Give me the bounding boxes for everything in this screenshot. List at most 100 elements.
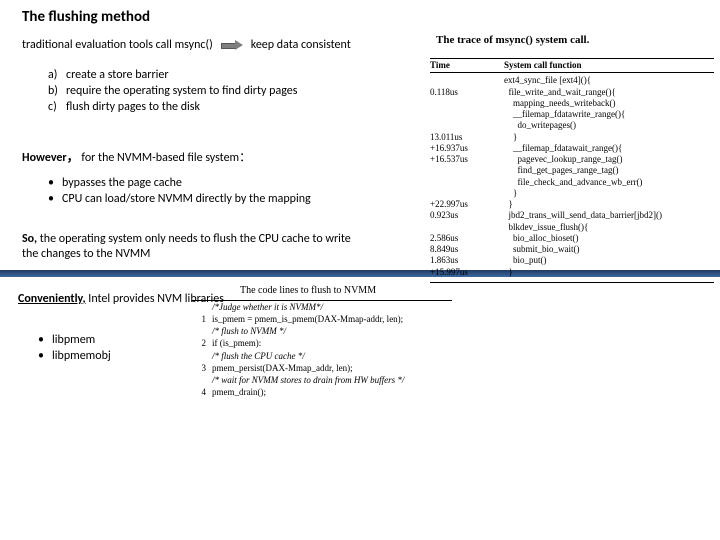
trace-func-cell: submit_bio_wait()	[504, 244, 714, 255]
code-listing: /*Judge whether it is NVMM*/1is_pmem = p…	[192, 300, 452, 398]
trace-time-cell	[430, 98, 504, 109]
trace-time-cell: +15.997us	[430, 267, 504, 278]
trace-func-cell: }	[504, 267, 714, 278]
trace-func-cell: }	[504, 132, 714, 143]
code-line-text: /* wait for NVMM stores to drain from HW…	[212, 374, 452, 386]
code-line-number	[192, 350, 212, 362]
bullet-icon: •	[48, 192, 62, 207]
trace-func-cell: blkdev_issue_flush(){	[504, 222, 714, 233]
trace-func-cell: mapping_needs_writeback()	[504, 98, 714, 109]
code-line-number	[192, 301, 212, 313]
code-line-text: /*Judge whether it is NVMM*/	[212, 301, 452, 313]
bullet-list-libs: •libpmem •libpmemobj	[38, 332, 111, 364]
so-rest: the operating system only needs to flush…	[22, 232, 351, 261]
trace-func-cell: ext4_sync_file [ext4](){	[504, 75, 714, 86]
list-text: bypasses the page cache	[62, 176, 182, 191]
trace-time-cell: 8.849us	[430, 244, 504, 255]
trace-times-col: 0.118us 13.011us+16.937us+16.537us +22.9…	[430, 75, 504, 278]
list-label: a)	[48, 68, 66, 83]
code-line: 3 pmem_persist(DAX-Mmap_addr, len);	[192, 362, 452, 374]
trace-time-cell: 1.863us	[430, 255, 504, 266]
ordered-list-abc: a)create a store barrier b)require the o…	[48, 68, 348, 116]
list-text: flush dirty pages to the disk	[66, 100, 348, 115]
code-line-text: pmem_drain();	[212, 386, 452, 398]
conveniently-bold: Conveniently,	[18, 292, 86, 306]
trace-table: Time System call function 0.118us 13.011…	[430, 58, 714, 283]
slide-title: The flushing method	[22, 8, 150, 26]
trace-time-cell	[430, 222, 504, 233]
trace-time-cell: 13.011us	[430, 132, 504, 143]
code-line-text: if (is_pmem):	[212, 337, 452, 349]
code-line: /* wait for NVMM stores to drain from HW…	[192, 374, 452, 386]
code-line-number: 2	[192, 337, 212, 349]
bullet-icon: •	[38, 332, 52, 348]
trace-funcs-col: ext4_sync_file [ext4](){ file_write_and_…	[504, 75, 714, 278]
trace-time-cell: 2.586us	[430, 233, 504, 244]
list-item: •CPU can load/store NVMM directly by the…	[48, 192, 348, 207]
trace-time-cell	[430, 109, 504, 120]
bullet-icon: •	[48, 176, 62, 191]
intro-left: traditional evaluation tools call msync(…	[22, 38, 213, 52]
trace-time-cell	[430, 188, 504, 199]
trace-time-cell	[430, 165, 504, 176]
trace-caption: The trace of msync() system call.	[436, 34, 589, 46]
trace-func-cell: jbd2_trans_will_send_data_barrier[jbd2](…	[504, 210, 714, 221]
trace-time-cell: 0.923us	[430, 210, 504, 221]
trace-func-cell: find_get_pages_range_tag()	[504, 165, 714, 176]
list-item: b)require the operating system to find d…	[48, 84, 348, 99]
trace-func-cell: }	[504, 199, 714, 210]
list-text: CPU can load/store NVMM directly by the …	[62, 192, 311, 207]
list-item: •bypasses the page cache	[48, 176, 348, 191]
code-line-text: /* flush to NVMM */	[212, 325, 452, 337]
code-line-text: pmem_persist(DAX-Mmap_addr, len);	[212, 362, 452, 374]
trace-func-cell: __filemap_fdatawrite_range(){	[504, 109, 714, 120]
bullet-list-nvmm: •bypasses the page cache •CPU can load/s…	[48, 176, 348, 208]
trace-col-func: System call function	[504, 60, 714, 71]
however-rest: for the NVMM-based file system：	[79, 151, 251, 165]
bullet-icon: •	[38, 348, 52, 364]
list-label: c)	[48, 100, 66, 115]
code-caption: The code lines to flush to NVMM	[240, 285, 376, 296]
list-label: b)	[48, 84, 66, 99]
trace-func-cell: }	[504, 188, 714, 199]
code-line-number: 4	[192, 386, 212, 398]
trace-func-cell: __filemap_fdatawait_range(){	[504, 143, 714, 154]
arrow-icon	[221, 41, 243, 49]
code-line-text: is_pmem = pmem_is_pmem(DAX-Mmap-addr, le…	[212, 313, 452, 325]
code-line-number	[192, 374, 212, 386]
code-line-number: 1	[192, 313, 212, 325]
however-bold: However，	[22, 151, 79, 165]
list-item: c)flush dirty pages to the disk	[48, 100, 348, 115]
code-line: /* flush the CPU cache */	[192, 350, 452, 362]
trace-col-time: Time	[430, 60, 504, 71]
list-item: •libpmem	[38, 332, 111, 348]
intro-line: traditional evaluation tools call msync(…	[22, 38, 351, 52]
code-line: 1is_pmem = pmem_is_pmem(DAX-Mmap-addr, l…	[192, 313, 452, 325]
trace-time-cell: +16.537us	[430, 154, 504, 165]
code-line: 2if (is_pmem):	[192, 337, 452, 349]
list-text: create a store barrier	[66, 68, 348, 83]
trace-time-cell	[430, 75, 504, 86]
list-item: a)create a store barrier	[48, 68, 348, 83]
code-line-number: 3	[192, 362, 212, 374]
however-line: However， for the NVMM-based file system：	[22, 148, 251, 165]
trace-func-cell: bio_put()	[504, 255, 714, 266]
trace-func-cell: bio_alloc_bioset()	[504, 233, 714, 244]
trace-time-cell	[430, 177, 504, 188]
code-line-text: /* flush the CPU cache */	[212, 350, 452, 362]
list-text: libpmemobj	[52, 348, 111, 364]
code-line-number	[192, 325, 212, 337]
list-text: libpmem	[52, 332, 95, 348]
so-line: So, the operating system only needs to f…	[22, 232, 362, 262]
so-bold: So,	[22, 232, 40, 246]
trace-func-cell: file_write_and_wait_range(){	[504, 87, 714, 98]
trace-time-cell: +22.997us	[430, 199, 504, 210]
list-item: •libpmemobj	[38, 348, 111, 364]
trace-body: 0.118us 13.011us+16.937us+16.537us +22.9…	[430, 73, 714, 283]
intro-right: keep data consistent	[251, 38, 351, 52]
trace-func-cell: file_check_and_advance_wb_err()	[504, 177, 714, 188]
trace-func-cell: pagevec_lookup_range_tag()	[504, 154, 714, 165]
trace-time-cell	[430, 120, 504, 131]
code-line: 4 pmem_drain();	[192, 386, 452, 398]
list-text: require the operating system to find dir…	[66, 84, 348, 99]
